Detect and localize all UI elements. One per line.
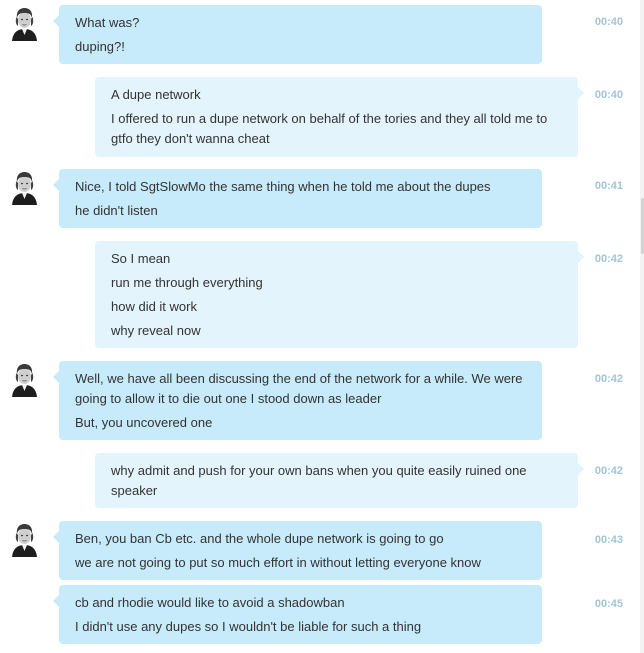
scrollbar[interactable] — [640, 0, 644, 653]
message-line: So I mean — [111, 251, 171, 266]
message-line: run me through everything — [111, 275, 263, 290]
message-line: A dupe network — [111, 87, 201, 102]
message-timestamp: 00:43 — [594, 534, 623, 546]
message-line: how did it work — [111, 299, 197, 314]
message-line: Well, we have all been discussing the en… — [75, 371, 523, 406]
message-timestamp: 00:41 — [594, 180, 623, 192]
message-timestamp: 00:42 — [594, 373, 623, 385]
message-bubble[interactable]: What was? duping?! — [53, 5, 542, 64]
message-line: he didn't listen — [75, 203, 158, 218]
message-bubble[interactable]: Nice, I told SgtSlowMo the same thing wh… — [53, 169, 542, 228]
message-line: why reveal now — [111, 323, 201, 338]
message-bubble[interactable]: A dupe network I offered to run a dupe n… — [95, 77, 584, 157]
message-line: I didn't use any dupes so I wouldn't be … — [75, 619, 422, 634]
message-bubble[interactable]: cb and rhodie would like to avoid a shad… — [53, 585, 542, 644]
message-line: why admit and push for your own bans whe… — [111, 463, 527, 498]
message-line: Nice, I told SgtSlowMo the same thing wh… — [75, 179, 491, 194]
message-line: cb and rhodie would like to avoid a shad… — [75, 595, 345, 610]
message-line: we are not going to put so much effort i… — [75, 555, 481, 570]
message-bubble[interactable]: Ben, you ban Cb etc. and the whole dupe … — [53, 521, 542, 580]
portrait-avatar-icon[interactable] — [8, 5, 41, 41]
portrait-avatar-icon[interactable] — [8, 361, 41, 397]
message-line: But, you uncovered one — [75, 415, 213, 430]
message-line: What was? — [75, 15, 140, 30]
message-line: Ben, you ban Cb etc. and the whole dupe … — [75, 531, 444, 546]
message-timestamp: 00:42 — [594, 253, 623, 265]
message-timestamp: 00:40 — [594, 89, 623, 101]
message-timestamp: 00:42 — [594, 465, 623, 477]
message-bubble[interactable]: So I mean run me through everything how … — [95, 241, 584, 348]
message-bubble[interactable]: Well, we have all been discussing the en… — [53, 361, 542, 440]
message-timestamp: 00:40 — [594, 16, 623, 28]
message-line: duping?! — [75, 39, 125, 54]
message-line: I offered to run a dupe network on behal… — [111, 111, 548, 146]
message-timestamp: 00:45 — [594, 598, 623, 610]
portrait-avatar-icon[interactable] — [8, 521, 41, 557]
portrait-avatar-icon[interactable] — [8, 169, 41, 205]
message-bubble[interactable]: why admit and push for your own bans whe… — [95, 453, 584, 508]
